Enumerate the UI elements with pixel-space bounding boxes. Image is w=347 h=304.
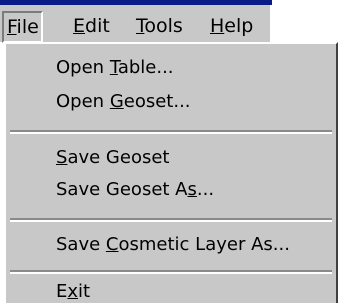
mnemonic-underline: T: [109, 57, 118, 78]
menu-tools[interactable]: Tools: [136, 15, 183, 37]
mnemonic-underline: G: [109, 91, 124, 112]
menu-separator: [10, 130, 332, 134]
menu-item-open-geoset[interactable]: Open Geoset...: [56, 90, 191, 114]
file-menu-dropdown: Open Table... Open Geoset... Save Geoset…: [4, 42, 338, 303]
mnemonic-underline: C: [105, 234, 119, 255]
menu-item-exit[interactable]: Exit: [56, 280, 90, 304]
mnemonic-underline: S: [56, 147, 68, 168]
menu-file[interactable]: File: [2, 11, 43, 43]
menu-separator: [10, 270, 332, 274]
mnemonic-underline: s: [187, 179, 197, 200]
menu-bar: File Edit Tools Help: [0, 5, 272, 43]
menu-edit[interactable]: Edit: [73, 15, 110, 37]
mnemonic-underline: F: [7, 16, 17, 38]
menu-item-save-geoset[interactable]: Save Geoset: [56, 146, 169, 170]
mnemonic-underline: x: [67, 281, 79, 302]
menu-separator: [10, 218, 332, 222]
mnemonic-underline: T: [136, 15, 145, 37]
menu-help[interactable]: Help: [210, 15, 253, 37]
menu-item-save-cosmetic-layer-as[interactable]: Save Cosmetic Layer As...: [56, 233, 290, 257]
menu-item-save-geoset-as[interactable]: Save Geoset As...: [56, 178, 214, 202]
mnemonic-underline: E: [73, 15, 86, 37]
menu-item-open-table[interactable]: Open Table...: [56, 56, 174, 80]
mnemonic-underline: H: [210, 15, 225, 37]
